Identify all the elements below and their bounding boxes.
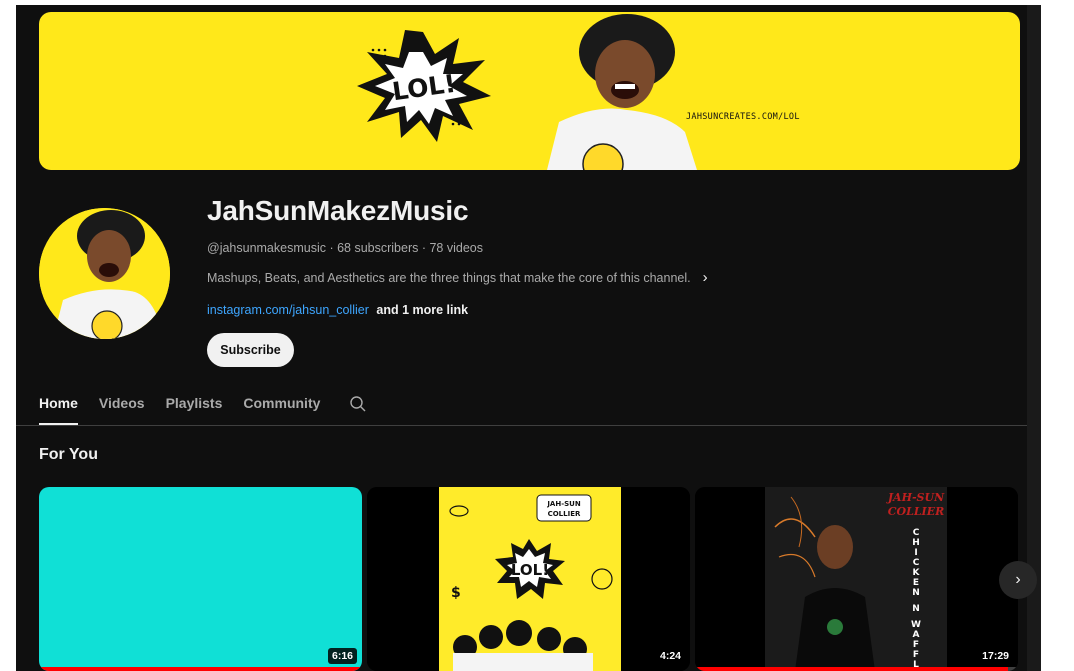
svg-text:F: F: [913, 640, 919, 650]
video-card[interactable]: LOL! JAH-SUN COLLIER $ 4:24: [367, 487, 690, 671]
section-title: For You: [39, 446, 98, 463]
svg-text:I: I: [914, 548, 917, 558]
svg-text:E: E: [913, 578, 919, 588]
tabs-divider: [16, 425, 1027, 426]
watch-progress-bar: [695, 667, 1009, 671]
channel-banner: LOL! JAHSUNCREATES.COM/LOL: [39, 12, 1020, 170]
tab-home[interactable]: Home: [39, 393, 78, 425]
instagram-link[interactable]: instagram.com/jahsun_collier: [207, 303, 369, 317]
channel-description[interactable]: Mashups, Beats, and Aesthetics are the t…: [207, 269, 708, 286]
banner-url-text: JAHSUNCREATES.COM/LOL: [686, 112, 800, 122]
svg-text:C: C: [913, 528, 920, 538]
svg-text:N: N: [912, 588, 920, 598]
video-thumbnail: JAH-SUN COLLIER CHI CKE NN WAF FL: [695, 487, 1018, 671]
more-links-button[interactable]: and 1 more link: [376, 303, 468, 317]
channel-name: JahSunMakezMusic: [207, 195, 469, 226]
chevron-right-icon[interactable]: ›: [999, 561, 1037, 599]
svg-text:$: $: [451, 585, 461, 601]
tab-community[interactable]: Community: [243, 393, 320, 421]
video-card[interactable]: 6:16: [39, 487, 362, 671]
watch-progress-bar: [39, 667, 362, 671]
channel-links: instagram.com/jahsun_collier and 1 more …: [207, 303, 468, 317]
channel-description-text: Mashups, Beats, and Aesthetics are the t…: [207, 270, 691, 285]
tab-playlists[interactable]: Playlists: [166, 393, 223, 421]
svg-text:COLLIER: COLLIER: [888, 505, 944, 518]
svg-text:JAH-SUN: JAH-SUN: [546, 500, 581, 508]
video-thumbnail: LOL! JAH-SUN COLLIER $: [367, 487, 690, 671]
duration-badge: 17:29: [978, 648, 1013, 664]
duration-badge: 6:16: [327, 648, 357, 664]
svg-text:LOL!: LOL!: [511, 561, 549, 579]
channel-meta: @jahsunmakesmusic · 68 subscribers · 78 …: [207, 241, 483, 255]
tab-videos[interactable]: Videos: [99, 393, 145, 421]
chevron-right-icon[interactable]: ›: [703, 269, 708, 286]
search-icon[interactable]: [349, 395, 367, 413]
svg-text:COLLIER: COLLIER: [548, 510, 581, 518]
svg-text:W: W: [911, 620, 921, 630]
svg-text:H: H: [912, 538, 920, 548]
duration-badge: 4:24: [655, 648, 685, 664]
channel-avatar[interactable]: [39, 208, 170, 339]
svg-text:A: A: [913, 630, 920, 640]
banner-person-illustration: [547, 14, 697, 170]
svg-text:N: N: [912, 604, 920, 614]
video-shelf: 6:16 LOL! JAH-SUN COLLIER $ 4:24 JAH-SUN…: [39, 487, 1023, 671]
svg-text:F: F: [913, 650, 919, 660]
lol-burst-graphic: LOL!: [357, 30, 491, 142]
youtube-channel-page: LOL! JAHSUNCREATES.COM/LOL JahSunMakezMu…: [16, 5, 1041, 671]
subscribe-button[interactable]: Subscribe: [207, 333, 294, 367]
video-thumbnail: [39, 487, 362, 671]
video-card[interactable]: JAH-SUN COLLIER CHI CKE NN WAF FL 17:29: [695, 487, 1018, 671]
svg-text:K: K: [913, 568, 921, 578]
avatar-image: [39, 208, 170, 339]
svg-text:C: C: [913, 558, 920, 568]
svg-text:JAH-SUN: JAH-SUN: [886, 491, 945, 504]
channel-tabs: Home Videos Playlists Community: [39, 393, 367, 425]
